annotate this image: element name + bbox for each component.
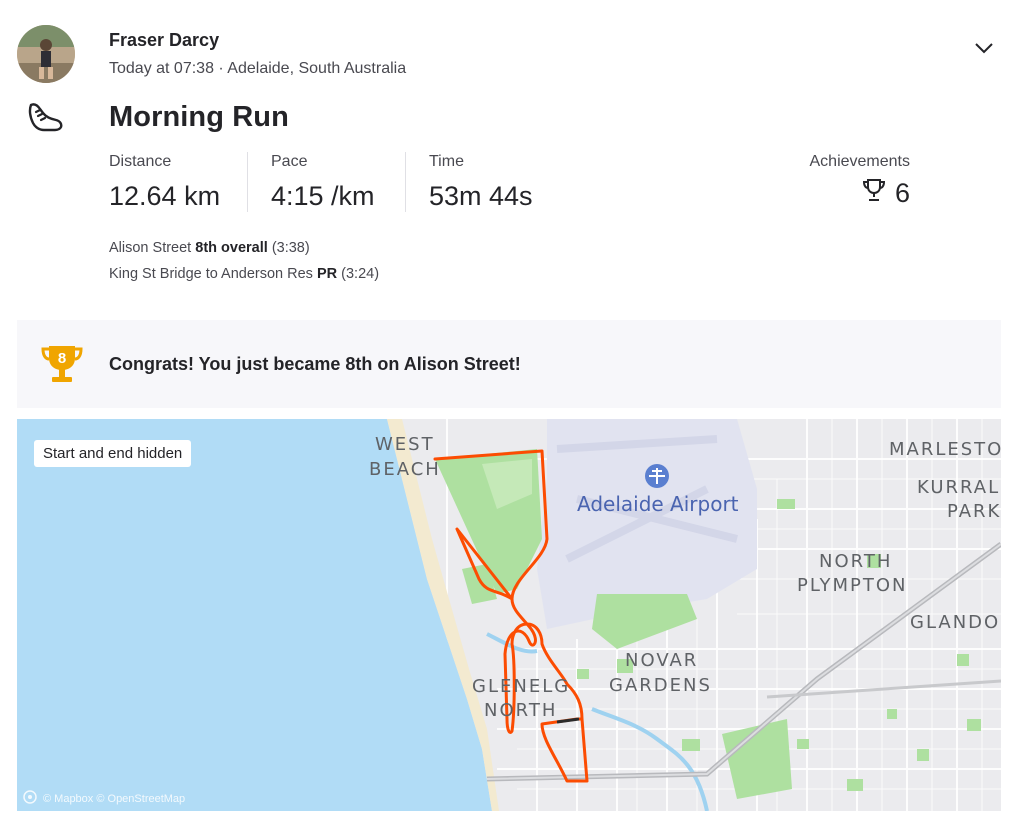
stat-divider	[247, 152, 248, 212]
map-label: NORTH	[484, 700, 558, 721]
activity-date-location: Today at 07:38 · Adelaide, South Austral…	[109, 60, 407, 77]
athlete-name[interactable]: Fraser Darcy	[109, 30, 219, 51]
segment-row[interactable]: Alison Street 8th overall (3:38)	[109, 240, 310, 256]
map-label: BEACH	[369, 459, 441, 480]
map-label: KURRALI	[917, 477, 1001, 498]
chevron-down-icon[interactable]	[972, 38, 996, 58]
shoe-icon	[27, 100, 65, 134]
achievements[interactable]: Achievements 6	[790, 153, 911, 210]
stat-label: Time	[429, 153, 464, 170]
segment-time: (3:24)	[341, 266, 380, 282]
map-label: WEST	[375, 434, 435, 455]
segment-row[interactable]: King St Bridge to Anderson Res PR (3:24)	[109, 266, 379, 282]
congrats-banner: 8 Congrats! You just became 8th on Aliso…	[17, 320, 1001, 408]
map-label: GLANDO	[910, 612, 1001, 633]
stat-label: Pace	[271, 153, 308, 170]
achievements-count: 6	[894, 178, 910, 208]
stat-value: 53m 44s	[429, 181, 533, 211]
mapbox-logo-icon[interactable]	[23, 790, 37, 807]
activity-map[interactable]: WEST BEACH Adelaide Airport MARLESTO KUR…	[17, 419, 1001, 811]
stat-distance: Distance 12.64 km	[109, 153, 220, 212]
stat-value: 12.64 km	[109, 181, 221, 211]
medal-icon: 8	[39, 342, 85, 388]
segment-rank: PR	[316, 266, 338, 282]
segment-name[interactable]: Alison Street	[109, 240, 191, 256]
segment-time: (3:38)	[271, 240, 310, 256]
map-label-airport: Adelaide Airport	[577, 492, 739, 516]
privacy-badge: Start and end hidden	[34, 440, 192, 467]
stat-pace: Pace 4:15 /km	[271, 153, 375, 212]
athlete-avatar[interactable]	[17, 25, 75, 83]
medal-number: 8	[58, 350, 66, 367]
map-label: MARLESTO	[889, 439, 1001, 460]
map-label: GLENELG	[472, 676, 571, 697]
segment-rank: 8th overall	[195, 240, 268, 256]
trophy-icon	[861, 177, 887, 210]
map-label: GARDENS	[609, 675, 712, 696]
stat-value: 4:15 /km	[271, 181, 375, 211]
stat-divider	[405, 152, 406, 212]
activity-title: Morning Run	[109, 101, 289, 133]
map-label: PARK	[947, 501, 1001, 522]
attribution-text[interactable]: © Mapbox © OpenStreetMap	[43, 793, 185, 805]
map-label: PLYMPTON	[797, 575, 908, 596]
map-label: NORTH	[819, 551, 893, 572]
stat-time: Time 53m 44s	[429, 153, 533, 212]
congrats-text: Congrats! You just became 8th on Alison …	[109, 354, 521, 374]
achievements-label: Achievements	[809, 153, 911, 170]
stat-label: Distance	[109, 153, 172, 170]
map-label: NOVAR	[625, 650, 699, 671]
map-attribution[interactable]: © Mapbox © OpenStreetMap	[23, 790, 185, 807]
segment-name[interactable]: King St Bridge to Anderson Res	[109, 266, 313, 282]
